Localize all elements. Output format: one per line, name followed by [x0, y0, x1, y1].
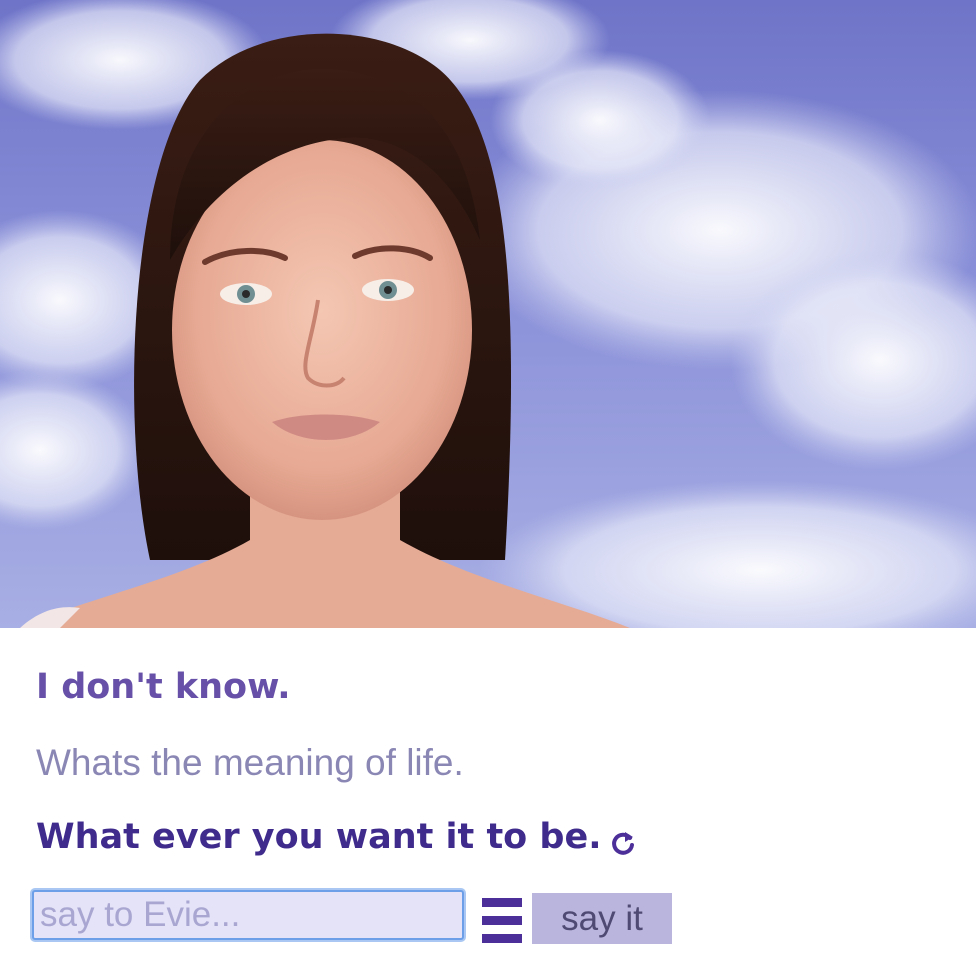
- avatar-image: [0, 0, 976, 628]
- say-to-evie-input[interactable]: [32, 890, 464, 940]
- hamburger-menu-icon[interactable]: [482, 898, 522, 944]
- conversation-log: I don't know. Whats the meaning of life.…: [36, 664, 956, 860]
- user-message: Whats the meaning of life.: [36, 742, 464, 783]
- input-row: say it: [32, 890, 732, 946]
- say-it-button[interactable]: say it: [532, 893, 672, 944]
- previous-bot-message: I don't know.: [36, 667, 291, 707]
- refresh-icon[interactable]: [610, 822, 636, 855]
- bot-reply-message: What ever you want it to be.: [36, 817, 602, 857]
- avatar-stage: [0, 0, 976, 628]
- bot-reply-line: What ever you want it to be.: [36, 814, 956, 860]
